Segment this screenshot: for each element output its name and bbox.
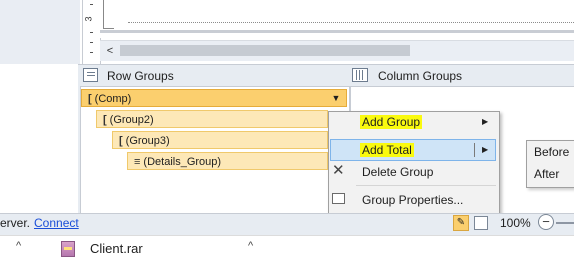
chevron-down-icon[interactable]: ▼ <box>326 90 346 106</box>
group-bracket-icon: [ <box>119 135 123 147</box>
menu-item-label: After <box>534 167 560 181</box>
download-bar <box>0 235 574 262</box>
row-group-group3[interactable]: [(Group3) <box>112 131 328 149</box>
zoom-slider[interactable] <box>556 222 574 224</box>
menu-separator <box>356 185 496 186</box>
status-text: erver. <box>0 216 31 230</box>
canvas-grid-line <box>128 22 574 23</box>
row-group-details[interactable]: ≡ (Details_Group) <box>127 152 328 170</box>
zoom-level: 100% <box>500 216 531 230</box>
ruler-tick <box>90 32 93 33</box>
column-groups-icon <box>352 68 368 82</box>
scroll-left-arrow-icon[interactable]: < <box>103 44 117 58</box>
scrollbar-thumb[interactable] <box>120 45 410 56</box>
menu-item-label: Before <box>534 145 570 159</box>
design-view-icon[interactable]: ✎ <box>453 215 469 231</box>
ruler-marker: 3 <box>83 16 94 22</box>
properties-icon <box>332 193 345 204</box>
chevron-up-icon[interactable]: ^ <box>248 240 253 252</box>
menu-item-label: Delete Group <box>362 165 434 179</box>
submenu-item-after[interactable]: After <box>534 163 559 185</box>
group-label: (Comp) <box>94 93 132 105</box>
submenu-item-before[interactable]: Before <box>534 141 569 163</box>
delete-icon: ✕ <box>332 162 345 179</box>
chevron-up-icon[interactable]: ^ <box>16 240 21 252</box>
preview-view-icon[interactable] <box>474 216 488 230</box>
ruler-tick <box>90 42 93 43</box>
menu-item-add-group[interactable]: Add Group <box>360 111 423 133</box>
group-label: (Group2) <box>109 114 154 126</box>
submenu-arrow-icon: ▶ <box>482 117 489 126</box>
menu-item-delete-group[interactable]: Delete Group <box>362 161 433 183</box>
row-group-group2[interactable]: [(Group2) <box>96 110 328 128</box>
details-group-icon: ≡ <box>134 156 141 168</box>
row-group-comp[interactable]: [(Comp) ▼ <box>81 89 347 107</box>
menu-item-label: Add Group <box>360 115 423 129</box>
download-file-name[interactable]: Client.rar <box>90 241 143 256</box>
row-groups-header: Row Groups <box>107 69 174 83</box>
tablix-corner[interactable] <box>103 0 114 29</box>
menu-item-group-properties[interactable]: Group Properties... <box>362 189 463 211</box>
column-groups-header: Column Groups <box>378 69 463 83</box>
ruler-tick <box>90 52 93 53</box>
menu-item-add-total[interactable]: Add Total <box>360 139 414 161</box>
group-bracket-icon: [ <box>88 93 92 105</box>
group-label: (Group3) <box>125 135 170 147</box>
group-label: (Details_Group) <box>143 156 222 168</box>
submenu-arrow-icon: ▶ <box>482 145 489 154</box>
status-message: erver. Connect <box>0 216 79 230</box>
ruler-tick <box>90 4 93 5</box>
row-groups-icon <box>83 68 98 82</box>
split-divider <box>474 143 475 157</box>
connect-link[interactable]: Connect <box>34 216 79 230</box>
body-footer-separator[interactable] <box>100 30 574 33</box>
menu-item-label: Add Total <box>360 143 414 157</box>
menu-item-label: Group Properties... <box>362 193 464 207</box>
group-bracket-icon: [ <box>103 114 107 126</box>
zoom-out-icon[interactable]: − <box>538 214 554 230</box>
left-margin-strip <box>0 0 80 64</box>
archive-file-icon <box>61 241 75 257</box>
